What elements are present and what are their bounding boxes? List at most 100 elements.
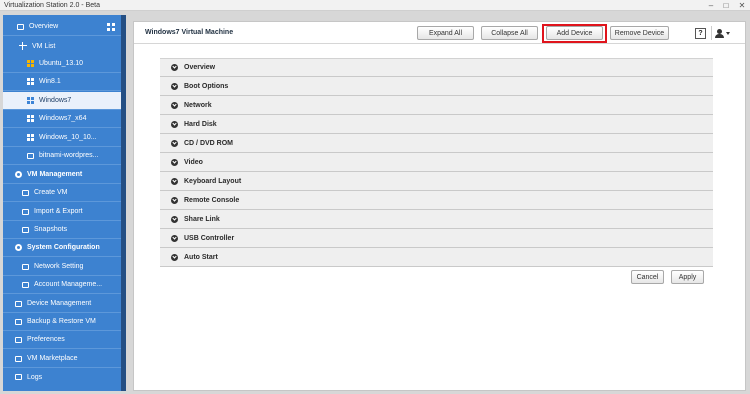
sidebar-item-windows10[interactable]: Windows_10_10...: [3, 129, 121, 147]
section-hard-disk[interactable]: Hard Disk: [160, 115, 713, 134]
section-boot-options[interactable]: Boot Options: [160, 77, 713, 96]
windows-icon: [27, 78, 34, 85]
sidebar-item-backup-restore[interactable]: Backup & Restore VM: [3, 313, 121, 331]
sidebar-item-account-management[interactable]: Account Manageme...: [3, 276, 121, 294]
header-divider: [711, 26, 712, 40]
add-device-button[interactable]: Add Device: [546, 26, 603, 40]
sidebar-item-import-export[interactable]: Import & Export: [3, 203, 121, 221]
chevron-down-icon: [171, 253, 178, 261]
section-remote-console[interactable]: Remote Console: [160, 191, 713, 210]
sidebar-item-vm-list[interactable]: VM List: [3, 37, 121, 55]
sidebar-item-device-management[interactable]: Device Management: [3, 295, 121, 313]
chevron-down-icon: [171, 177, 178, 185]
collapse-all-button[interactable]: Collapse All: [481, 26, 538, 40]
section-share-link[interactable]: Share Link: [160, 210, 713, 229]
chevron-down-icon: [171, 101, 178, 109]
windows-icon: [27, 115, 34, 122]
sidebar-item-vm-management[interactable]: VM Management: [3, 166, 121, 184]
sidebar-item-label: Backup & Restore VM: [27, 318, 96, 325]
sidebar-item-label: Preferences: [27, 336, 65, 343]
sidebar-item-label: VM Marketplace: [27, 355, 78, 362]
expand-all-button[interactable]: Expand All: [417, 26, 474, 40]
section-label: Network: [184, 101, 212, 109]
section-network[interactable]: Network: [160, 96, 713, 115]
sidebar-item-windows7[interactable]: Windows7: [3, 92, 121, 110]
section-label: CD / DVD ROM: [184, 139, 233, 147]
section-usb-controller[interactable]: USB Controller: [160, 229, 713, 248]
logs-icon: [15, 374, 22, 380]
sidebar-item-create-vm[interactable]: Create VM: [3, 184, 121, 202]
windows-icon: [27, 97, 34, 104]
chevron-down-icon: [171, 196, 178, 204]
sidebar-item-label: bitnami-wordpres...: [39, 152, 99, 159]
chevron-down-icon: [171, 139, 178, 147]
sidebar-item-network-setting[interactable]: Network Setting: [3, 258, 121, 276]
ubuntu-icon: [27, 60, 34, 67]
sidebar-item-vm-marketplace[interactable]: VM Marketplace: [3, 350, 121, 368]
device-icon: [15, 300, 22, 307]
page-title: Windows7 Virtual Machine: [145, 29, 234, 36]
sidebar-item-label: Ubuntu_13.10: [39, 60, 83, 67]
section-label: Keyboard Layout: [184, 177, 242, 185]
box-icon: [27, 152, 34, 159]
chevron-down-icon: [171, 215, 178, 223]
section-overview[interactable]: Overview: [160, 58, 713, 77]
section-label: Video: [184, 158, 203, 166]
section-label: Hard Disk: [184, 120, 217, 128]
sidebar-item-logs[interactable]: Logs: [3, 368, 121, 386]
user-icon[interactable]: [715, 29, 724, 38]
sidebar-item-label: System Configuration: [27, 244, 100, 251]
window-title: Virtualization Station 2.0 - Beta: [4, 1, 100, 9]
sidebar-item-label: Overview: [29, 23, 59, 30]
sidebar-scrollbar[interactable]: [121, 15, 126, 391]
main-panel: Windows7 Virtual Machine Expand All Coll…: [133, 21, 746, 391]
preferences-icon: [15, 336, 22, 343]
window-titlebar: Virtualization Station 2.0 - Beta: [0, 0, 750, 11]
sidebar-item-system-configuration[interactable]: System Configuration: [3, 239, 121, 257]
chevron-down-icon: [171, 234, 178, 242]
sidebar-item-win81[interactable]: Win8.1: [3, 73, 121, 91]
settings-sections: Overview Boot Options Network Hard Disk …: [160, 58, 713, 267]
remove-device-button[interactable]: Remove Device: [610, 26, 669, 40]
sidebar-item-label: VM List: [32, 42, 56, 50]
section-cd-dvd-rom[interactable]: CD / DVD ROM: [160, 134, 713, 153]
marketplace-icon: [15, 355, 22, 362]
network-icon: [22, 263, 29, 270]
sidebar-item-label: Import & Export: [34, 208, 83, 215]
section-keyboard-layout[interactable]: Keyboard Layout: [160, 172, 713, 191]
maximize-icon[interactable]: □: [720, 0, 732, 11]
chevron-down-icon: [171, 158, 178, 166]
sidebar-item-preferences[interactable]: Preferences: [3, 331, 121, 349]
sidebar-item-label: Windows7_x64: [39, 115, 87, 122]
apply-button[interactable]: Apply: [671, 270, 704, 284]
section-label: Boot Options: [184, 82, 229, 90]
cancel-button[interactable]: Cancel: [631, 270, 664, 284]
chevron-down-icon[interactable]: [726, 32, 730, 35]
sidebar-item-label: Win8.1: [39, 78, 61, 85]
chevron-down-icon: [171, 120, 178, 128]
section-label: Share Link: [184, 215, 220, 223]
grid-view-icon[interactable]: [107, 23, 115, 31]
close-icon[interactable]: ✕: [736, 0, 748, 11]
box-icon: [17, 23, 24, 30]
help-icon[interactable]: ?: [695, 28, 706, 39]
section-video[interactable]: Video: [160, 153, 713, 172]
sidebar-item-label: Logs: [27, 373, 43, 381]
gear-icon: [15, 244, 22, 251]
section-auto-start[interactable]: Auto Start: [160, 248, 713, 267]
minimize-icon[interactable]: –: [705, 0, 717, 11]
gear-icon: [15, 171, 22, 178]
account-icon: [22, 281, 29, 288]
plus-icon: [19, 42, 27, 50]
sidebar-item-label: Network Setting: [34, 263, 84, 270]
sidebar-item-ubuntu[interactable]: Ubuntu_13.10: [3, 55, 121, 73]
sidebar-item-label: Windows7: [39, 97, 72, 104]
sidebar-item-snapshots[interactable]: Snapshots: [3, 221, 121, 239]
snapshot-icon: [22, 226, 29, 233]
vm-header: Windows7 Virtual Machine Expand All Coll…: [134, 22, 745, 44]
sidebar-item-bitnami[interactable]: bitnami-wordpres...: [3, 147, 121, 165]
backup-icon: [15, 318, 22, 325]
sidebar-item-overview[interactable]: Overview: [3, 18, 121, 36]
sidebar-item-windows7-x64[interactable]: Windows7_x64: [3, 110, 121, 128]
sidebar-item-label: VM Management: [27, 171, 83, 178]
